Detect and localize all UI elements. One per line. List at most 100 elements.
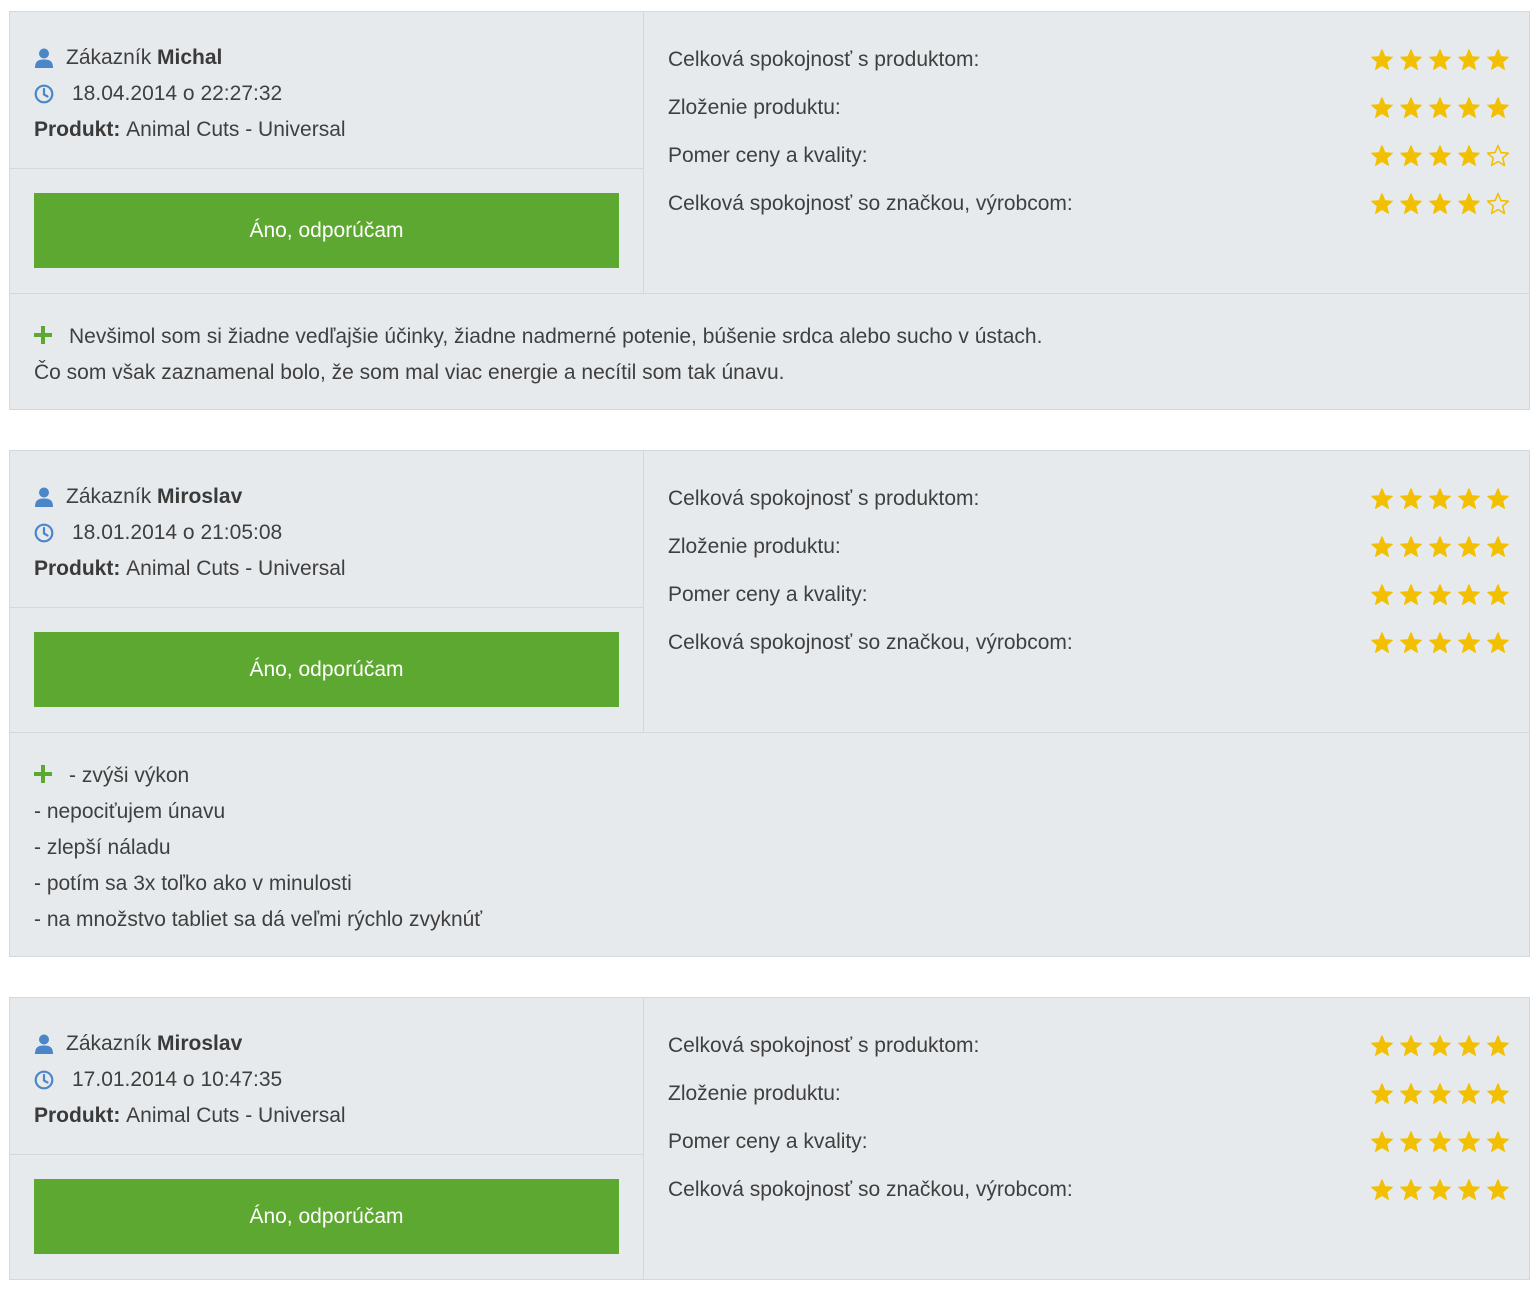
star-rating: [1370, 144, 1510, 168]
star-filled-icon: [1487, 1083, 1509, 1104]
clock-icon: [34, 83, 54, 105]
review-datetime: 18.04.2014 o 22:27:32: [72, 82, 283, 105]
star-filled-icon: [1371, 1083, 1393, 1104]
clock-icon: [34, 1069, 54, 1091]
customer-name: Miroslav: [157, 1032, 243, 1055]
star-filled-icon: [1458, 145, 1480, 166]
star-filled-icon: [1487, 49, 1509, 70]
star-filled-icon: [1400, 584, 1422, 605]
review-header: Zákazník Michal 18.04.2014 o 22:27:32 Pr…: [10, 12, 1529, 293]
rating-row: Celková spokojnosť so značkou, výrobcom:: [668, 180, 1510, 228]
star-filled-icon: [1429, 193, 1451, 214]
recommend-button[interactable]: Áno, odporúčam: [34, 1179, 619, 1254]
star-rating: [1370, 535, 1510, 559]
star-filled-icon: [1458, 97, 1480, 118]
star-empty-icon: [1486, 192, 1510, 215]
customer-name: Michal: [157, 46, 223, 69]
recommend-button[interactable]: Áno, odporúčam: [34, 193, 619, 268]
star-filled-icon: [1487, 632, 1509, 653]
rating-label: Celková spokojnosť s produktom:: [668, 487, 980, 510]
star-filled-icon: [1487, 97, 1509, 118]
star-rating: [1370, 1034, 1510, 1058]
pros-line: - zlepší náladu: [34, 836, 171, 859]
star-filled-icon: [1400, 1179, 1422, 1200]
review-card: Zákazník Miroslav 18.01.2014 o 21:05:08 …: [9, 450, 1530, 957]
rating-row: Celková spokojnosť so značkou, výrobcom:: [668, 1166, 1510, 1214]
review-meta-panel: Zákazník Miroslav 18.01.2014 o 21:05:08 …: [10, 451, 644, 732]
plus-icon: [34, 765, 52, 783]
star-filled-icon: [1371, 193, 1393, 214]
divider: [10, 607, 644, 608]
product-label: Produkt:: [34, 118, 121, 141]
rating-label: Zloženie produktu:: [668, 96, 841, 119]
star-filled-icon: [1429, 145, 1451, 166]
customer-name: Miroslav: [157, 485, 243, 508]
star-filled-icon: [1458, 584, 1480, 605]
star-filled-icon: [1458, 1035, 1480, 1056]
star-rating: [1370, 48, 1510, 72]
clock-icon: [34, 522, 54, 544]
star-filled-icon: [1458, 632, 1480, 653]
star-filled-icon: [1458, 1131, 1480, 1152]
star-empty-icon: [1486, 144, 1510, 167]
review-pros: Nevšimol som si žiadne vedľajšie účinky,…: [10, 293, 1529, 409]
user-icon: [34, 47, 54, 69]
review-datetime: 17.01.2014 o 10:47:35: [72, 1068, 283, 1091]
star-filled-icon: [1429, 1035, 1451, 1056]
star-filled-icon: [1458, 1179, 1480, 1200]
star-filled-icon: [1371, 97, 1393, 118]
star-rating: [1370, 192, 1510, 216]
rating-row: Celková spokojnosť s produktom:: [668, 36, 1510, 84]
review-card: Zákazník Michal 18.04.2014 o 22:27:32 Pr…: [9, 11, 1530, 410]
star-filled-icon: [1400, 97, 1422, 118]
rating-row: Zloženie produktu:: [668, 523, 1510, 571]
recommend-button[interactable]: Áno, odporúčam: [34, 632, 619, 707]
plus-icon: [34, 326, 52, 344]
star-filled-icon: [1371, 1179, 1393, 1200]
rating-label: Celková spokojnosť so značkou, výrobcom:: [668, 631, 1073, 654]
star-rating: [1370, 631, 1510, 655]
rating-label: Pomer ceny a kvality:: [668, 1130, 868, 1153]
product-label: Produkt:: [34, 1104, 121, 1127]
star-filled-icon: [1400, 632, 1422, 653]
star-filled-icon: [1371, 49, 1393, 70]
star-filled-icon: [1429, 1179, 1451, 1200]
review-header: Zákazník Miroslav 17.01.2014 o 10:47:35 …: [10, 998, 1529, 1279]
rating-label: Celková spokojnosť so značkou, výrobcom:: [668, 192, 1073, 215]
star-rating: [1370, 1130, 1510, 1154]
star-filled-icon: [1371, 1131, 1393, 1152]
user-icon: [34, 486, 54, 508]
star-filled-icon: [1458, 536, 1480, 557]
rating-label: Celková spokojnosť so značkou, výrobcom:: [668, 1178, 1073, 1201]
customer-prefix: Zákazník: [66, 1032, 152, 1055]
pros-line: Nevšimol som si žiadne vedľajšie účinky,…: [69, 325, 1043, 348]
star-rating: [1370, 1178, 1510, 1202]
rating-row: Pomer ceny a kvality:: [668, 571, 1509, 619]
star-filled-icon: [1400, 145, 1422, 166]
star-filled-icon: [1371, 536, 1393, 557]
rating-row: Pomer ceny a kvality:: [668, 132, 1510, 180]
rating-label: Zloženie produktu:: [668, 1082, 841, 1105]
star-filled-icon: [1371, 145, 1393, 166]
review-datetime: 18.01.2014 o 21:05:08: [72, 521, 283, 544]
star-filled-icon: [1487, 1131, 1509, 1152]
divider: [10, 1154, 644, 1155]
pros-line: Čo som však zaznamenal bolo, že som mal …: [34, 361, 785, 384]
star-filled-icon: [1400, 1083, 1422, 1104]
star-filled-icon: [1400, 1131, 1422, 1152]
rating-label: Celková spokojnosť s produktom:: [668, 1034, 980, 1057]
star-filled-icon: [1429, 632, 1451, 653]
rating-row: Zloženie produktu:: [668, 84, 1509, 132]
star-filled-icon: [1429, 584, 1451, 605]
star-filled-icon: [1458, 49, 1480, 70]
rating-row: Pomer ceny a kvality:: [668, 1118, 1510, 1166]
star-filled-icon: [1400, 49, 1422, 70]
rating-row: Celková spokojnosť so značkou, výrobcom:: [668, 619, 1510, 667]
star-filled-icon: [1429, 97, 1451, 118]
star-filled-icon: [1487, 536, 1509, 557]
star-filled-icon: [1429, 49, 1451, 70]
star-filled-icon: [1429, 1083, 1451, 1104]
rating-label: Zloženie produktu:: [668, 535, 841, 558]
ratings-panel: Celková spokojnosť s produktom: Zloženie…: [668, 36, 1510, 228]
star-filled-icon: [1400, 488, 1422, 509]
